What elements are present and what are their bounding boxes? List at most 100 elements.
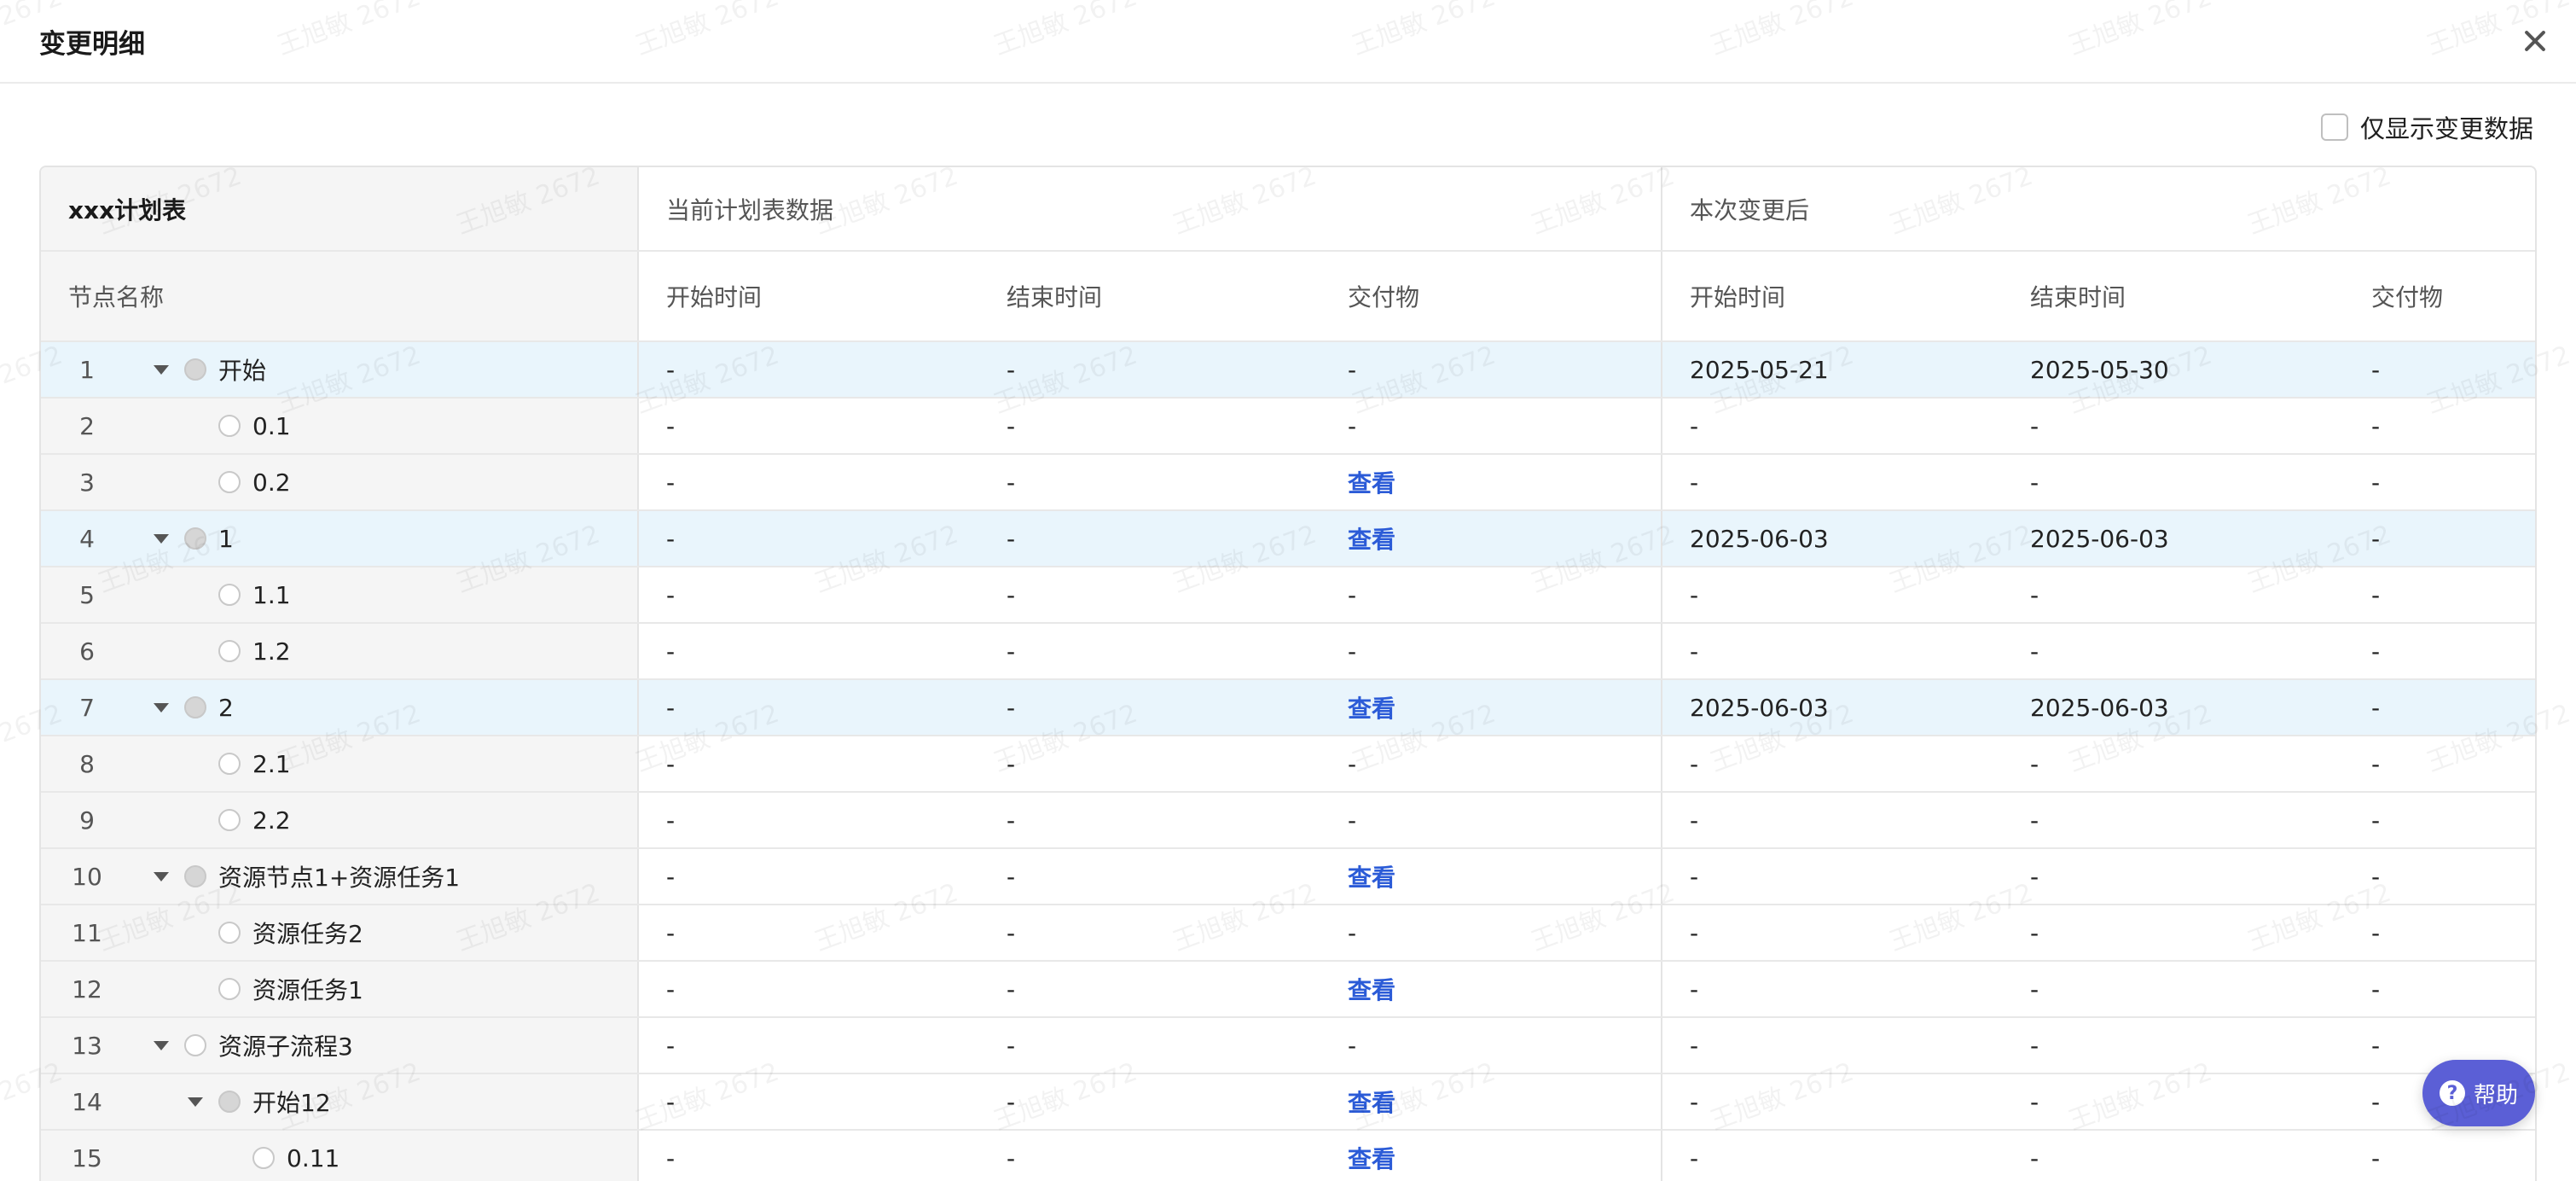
new-start-cell: 2025-06-03: [1662, 679, 2003, 736]
table-row: 4 1- - 查看 2025-06-03 2025-06-03-: [41, 510, 2535, 567]
node-name-cell: 15 0.11: [41, 1130, 639, 1181]
row-index: 13: [72, 1031, 102, 1060]
cell-value: -: [1690, 862, 1699, 891]
cur-end-cell: -: [979, 961, 1320, 1018]
view-link[interactable]: 查看: [1348, 1089, 1395, 1117]
cell-value: -: [1007, 637, 1016, 666]
new-deliverable-cell: -: [2344, 736, 2535, 793]
node-name: 资源子流程3: [218, 1033, 353, 1061]
caret-down-icon[interactable]: [154, 871, 169, 881]
only-changed-checkbox[interactable]: [2320, 113, 2348, 141]
new-deliverable-cell: -: [2344, 961, 2535, 1018]
cur-start-cell: -: [638, 623, 979, 680]
cell-value: -: [666, 637, 676, 666]
row-index: 8: [79, 749, 95, 778]
cur-start-cell: -: [638, 792, 979, 849]
node-name-cell: 11 资源任务2: [41, 905, 639, 962]
view-link[interactable]: 查看: [1348, 526, 1395, 554]
cell-value: -: [2030, 637, 2039, 666]
caret-down-icon[interactable]: [188, 1097, 203, 1107]
node-status-icon: [218, 922, 241, 944]
node-name-cell: 5 1.1: [41, 567, 639, 624]
node-status-icon: [252, 1147, 275, 1169]
cur-start-cell: -: [638, 398, 979, 455]
cell-value: -: [1007, 411, 1016, 440]
cur-end-cell: -: [979, 1073, 1320, 1131]
caret-down-icon[interactable]: [154, 702, 169, 713]
node-name: 0.11: [287, 1143, 340, 1172]
dialog-header: 变更明细: [0, 0, 2576, 84]
new-start-cell: -: [1662, 398, 2003, 455]
node-name: 0.2: [252, 468, 291, 497]
cur-deliverable-cell: -: [1320, 567, 1662, 624]
only-changed-filter[interactable]: 仅显示变更数据: [2320, 109, 2533, 145]
group-header-current: 当前计划表数据: [638, 167, 1662, 252]
node-name-cell: 14 开始12: [41, 1073, 639, 1131]
caret-down-icon[interactable]: [154, 364, 169, 375]
row-index: 6: [79, 637, 95, 666]
view-link[interactable]: 查看: [1348, 695, 1395, 723]
cur-start-cell: -: [638, 905, 979, 962]
cell-value: 2025-06-03: [1690, 693, 1829, 722]
row-index: 14: [72, 1087, 102, 1116]
table-row: 7 2- - 查看 2025-06-03 2025-06-03-: [41, 679, 2535, 736]
help-button[interactable]: ? 帮助: [2422, 1060, 2535, 1126]
cell-value: -: [1348, 918, 1357, 947]
table-row: 2 0.1- - - - - -: [41, 398, 2535, 455]
caret-down-icon[interactable]: [154, 533, 169, 544]
node-status-icon: [218, 1091, 241, 1113]
new-deliverable-cell: -: [2344, 398, 2535, 455]
view-link[interactable]: 查看: [1348, 864, 1395, 892]
node-name: 0.1: [252, 411, 291, 440]
cell-value: -: [1007, 806, 1016, 835]
cell-value: -: [2371, 693, 2381, 722]
view-link[interactable]: 查看: [1348, 976, 1395, 1004]
cur-deliverable-cell: 查看: [1320, 679, 1662, 736]
cur-end-cell: -: [979, 1130, 1320, 1181]
table-row: 10 资源节点1+资源任务1 - - 查看 - - -: [41, 848, 2535, 905]
node-name-cell: 41: [41, 510, 639, 567]
only-changed-label: 仅显示变更数据: [2359, 114, 2533, 143]
node-name-cell: 1 开始: [41, 341, 639, 399]
group-header-after: 本次变更后: [1662, 167, 2535, 252]
new-start-cell: 2025-05-21: [1662, 341, 2003, 399]
node-status-icon: [218, 415, 241, 437]
new-start-cell: -: [1662, 1073, 2003, 1131]
cur-deliverable-cell: -: [1320, 623, 1662, 680]
cur-start-cell: -: [638, 1130, 979, 1181]
cell-value: -: [2371, 1031, 2381, 1060]
col-header-new-end: 结束时间: [2003, 251, 2344, 342]
view-link[interactable]: 查看: [1348, 1145, 1395, 1173]
cell-value: -: [1007, 468, 1016, 497]
cell-value: -: [2030, 468, 2039, 497]
cell-value: -: [1007, 918, 1016, 947]
caret-down-icon[interactable]: [154, 1040, 169, 1050]
cell-value: -: [2371, 524, 2381, 553]
table-row: 1 开始 - - - 2025-05-21 2025-05-30 -: [41, 341, 2535, 399]
cur-start-cell: -: [638, 341, 979, 399]
node-name: 资源任务1: [252, 976, 363, 1004]
cur-start-cell: -: [638, 510, 979, 567]
col-header-node-name: 节点名称: [41, 251, 639, 342]
close-icon[interactable]: [2518, 24, 2552, 58]
cur-start-cell: -: [638, 848, 979, 905]
new-deliverable-cell: -: [2344, 905, 2535, 962]
new-deliverable-cell: -: [2344, 510, 2535, 567]
row-index: 11: [72, 918, 102, 947]
table-row: 6 1.2- - - - - -: [41, 623, 2535, 680]
cur-start-cell: -: [638, 454, 979, 511]
cell-value: -: [1007, 580, 1016, 609]
cell-value: -: [2371, 974, 2381, 1004]
table-row: 11 资源任务2 - - - - - -: [41, 905, 2535, 962]
view-link[interactable]: 查看: [1348, 469, 1395, 497]
cell-value: -: [666, 355, 676, 384]
cur-end-cell: -: [979, 679, 1320, 736]
cell-value: -: [666, 749, 676, 778]
new-start-cell: 2025-06-03: [1662, 510, 2003, 567]
row-index: 2: [79, 411, 95, 440]
cell-value: -: [1007, 1087, 1016, 1116]
cell-value: 2025-06-03: [2030, 693, 2169, 722]
col-header-new-start: 开始时间: [1662, 251, 2003, 342]
node-name: 2.1: [252, 749, 291, 778]
cell-value: -: [1690, 749, 1699, 778]
